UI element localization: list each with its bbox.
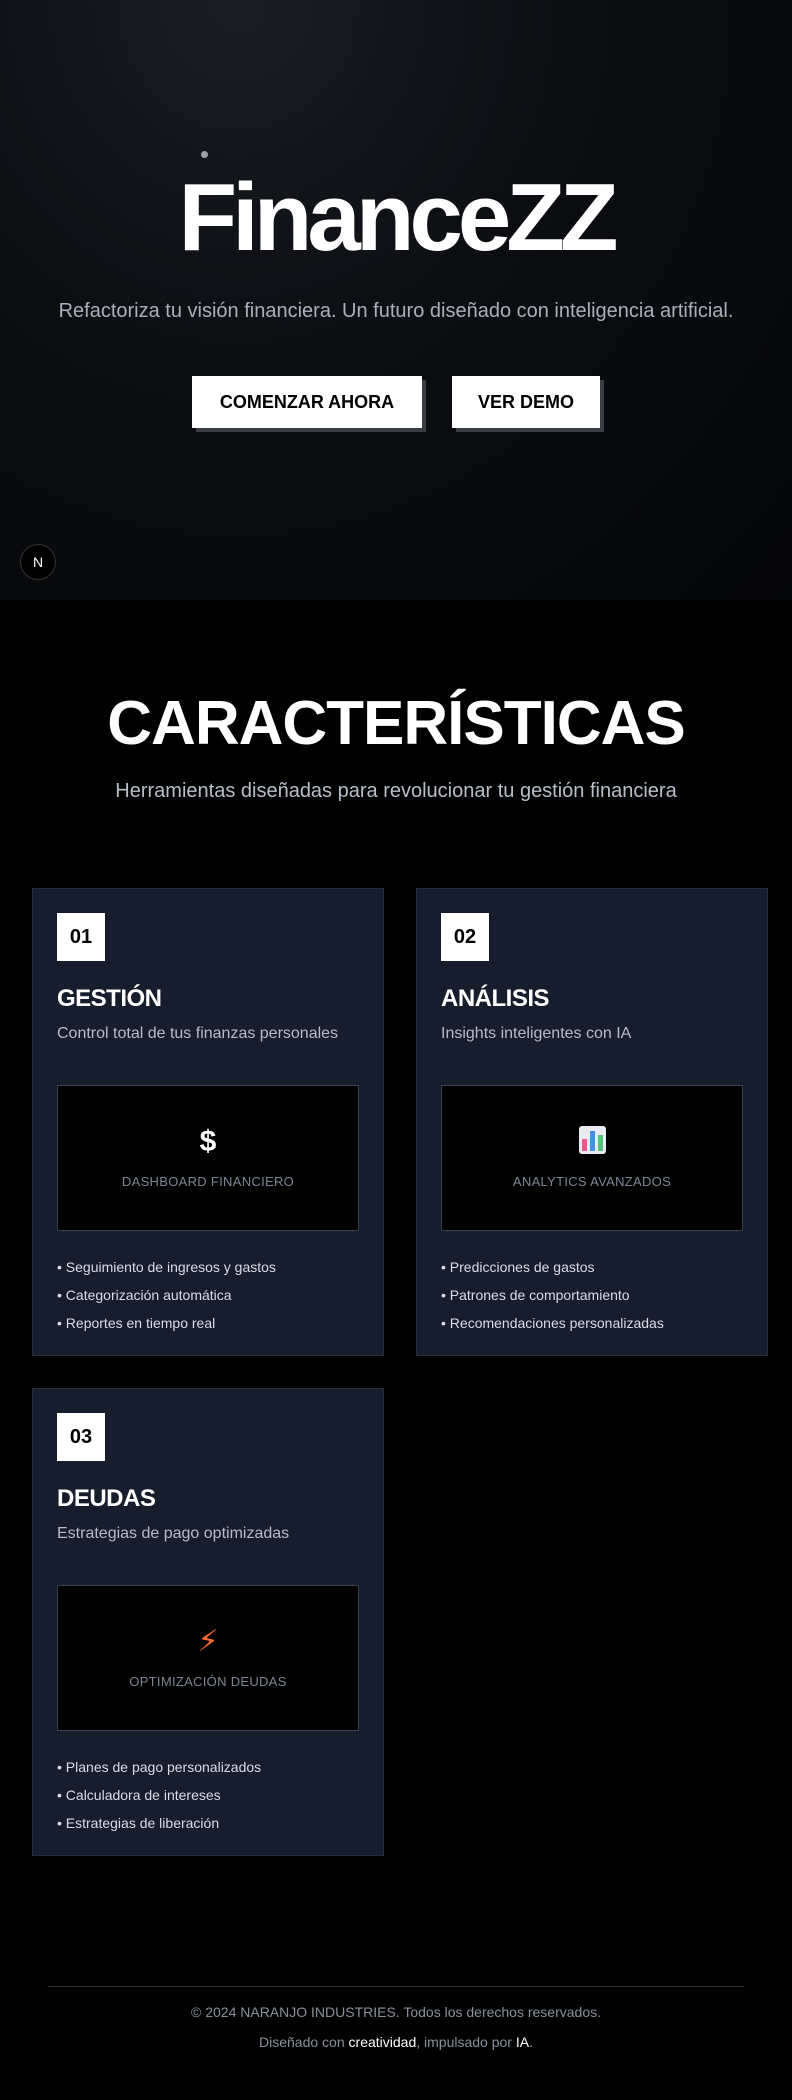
list-item: Estrategias de liberación [57,1809,261,1837]
decorative-dot [201,151,208,158]
card-preview: ⚡ OPTIMIZACIÓN DEUDAS [57,1585,359,1731]
footer-credits: Diseñado con creatividad, impulsado por … [0,2034,792,2050]
preview-label: ANALYTICS AVANZADOS [512,1174,672,1189]
hero-section: FinanceZZ Refactoriza tu visión financie… [0,0,792,600]
preview-label: OPTIMIZACIÓN DEUDAS [129,1674,287,1689]
footer-made-prefix: Diseñado con [259,2034,349,2050]
feature-card-analisis: 02 ANÁLISIS Insights inteligentes con IA… [416,888,768,1356]
card-number: 02 [441,913,489,961]
view-demo-button[interactable]: VER DEMO [452,376,600,428]
feature-card-deudas: 03 DEUDAS Estrategias de pago optimizada… [32,1388,384,1856]
features-subtitle: Herramientas diseñadas para revolucionar… [115,780,677,802]
lightning-icon: ⚡ [197,1625,219,1658]
list-item: Seguimiento de ingresos y gastos [57,1253,276,1281]
brand-title: FinanceZZ [178,164,618,271]
bar-chart-icon [442,1124,742,1160]
card-number: 03 [57,1413,105,1461]
hero-tagline: Refactoriza tu visión financiera. Un fut… [58,300,734,322]
features-title: CARACTERÍSTICAS [107,689,685,758]
feature-list: Predicciones de gastos Patrones de compo… [441,1253,664,1337]
list-item: Reportes en tiempo real [57,1309,276,1337]
footer-highlight-creativity: creatividad [348,2034,417,2050]
card-preview: ANALYTICS AVANZADOS [441,1085,743,1231]
footer-highlight-ia: IA [515,2034,530,2050]
hero-buttons: COMENZAR AHORA VER DEMO [0,376,792,428]
list-item: Predicciones de gastos [441,1253,664,1281]
card-description: Insights inteligentes con IA [441,1025,632,1042]
list-item: Recomendaciones personalizadas [441,1309,664,1337]
next-logo-icon[interactable]: N [20,544,56,580]
list-item: Calculadora de intereses [57,1781,261,1809]
dollar-icon: $ [199,1125,217,1158]
list-item: Categorización automática [57,1281,276,1309]
list-item: Patrones de comportamiento [441,1281,664,1309]
card-description: Control total de tus finanzas personales [57,1025,339,1042]
preview-label: DASHBOARD FINANCIERO [121,1174,295,1189]
card-description: Estrategias de pago optimizadas [57,1525,290,1542]
footer-made-suffix: . [529,2034,533,2050]
card-title: DEUDAS [57,1485,156,1512]
feature-list: Seguimiento de ingresos y gastos Categor… [57,1253,276,1337]
card-number: 01 [57,913,105,961]
footer-divider [48,1986,744,1987]
card-title: ANÁLISIS [441,985,550,1012]
feature-list: Planes de pago personalizados Calculador… [57,1753,261,1837]
footer-made-middle: , impulsado por [416,2034,516,2050]
list-item: Planes de pago personalizados [57,1753,261,1781]
start-now-button[interactable]: COMENZAR AHORA [192,376,422,428]
feature-card-gestion: 01 GESTIÓN Control total de tus finanzas… [32,888,384,1356]
footer-copyright: © 2024 NARANJO INDUSTRIES. Todos los der… [191,2004,601,2020]
card-preview: $ DASHBOARD FINANCIERO [57,1085,359,1231]
card-title: GESTIÓN [57,985,162,1012]
